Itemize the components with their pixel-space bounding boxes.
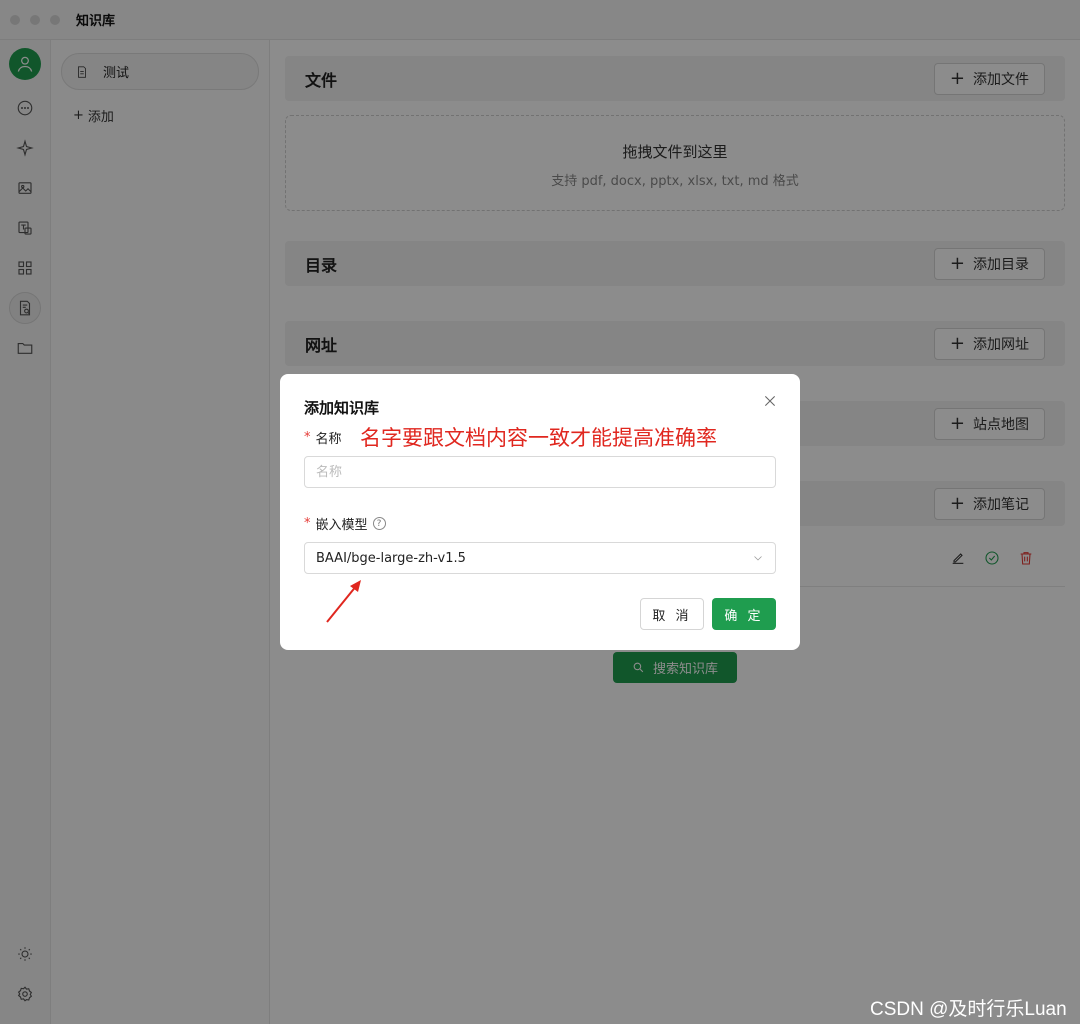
required-marker: * <box>304 516 311 531</box>
name-field-label: * 名称 <box>304 430 342 447</box>
annotation-note: 名字要跟文档内容一致才能提高准确率 <box>360 426 717 450</box>
annotation-arrow-icon <box>326 580 361 623</box>
model-field-label: * 嵌入模型 ? <box>304 514 386 533</box>
add-knowledge-dialog: 添加知识库 * 名称 名字要跟文档内容一致才能提高准确率 * 嵌入模型 ? BA… <box>280 374 800 650</box>
confirm-button[interactable]: 确 定 <box>712 598 776 630</box>
close-icon[interactable] <box>762 393 782 413</box>
dialog-title: 添加知识库 <box>304 399 380 417</box>
embedding-model-value: BAAI/bge-large-zh-v1.5 <box>316 550 466 566</box>
name-input[interactable] <box>304 456 776 488</box>
required-marker: * <box>304 430 311 445</box>
embedding-model-select[interactable]: BAAI/bge-large-zh-v1.5 <box>304 542 776 574</box>
cancel-button[interactable]: 取 消 <box>640 598 704 630</box>
watermark: CSDN @及时行乐Luan <box>870 999 1067 1020</box>
chevron-down-icon <box>754 556 762 561</box>
help-icon[interactable]: ? <box>372 517 386 530</box>
